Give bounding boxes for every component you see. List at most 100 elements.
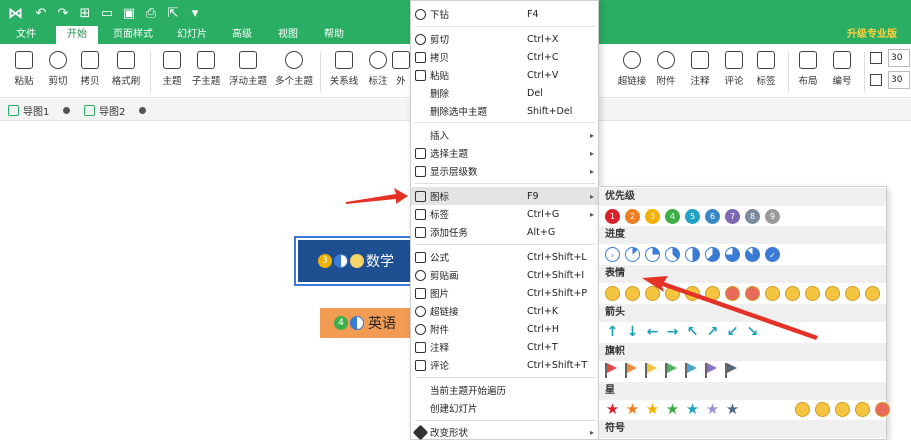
subtopic-button[interactable]: 子主题 <box>186 48 226 94</box>
star-icon[interactable]: ★ <box>625 402 640 417</box>
tab-help[interactable]: 帮助 <box>316 26 352 44</box>
redo-icon[interactable]: ↷ <box>52 2 74 24</box>
emoji-icon[interactable] <box>855 402 870 417</box>
emoji-icon[interactable] <box>845 286 860 301</box>
doc-tab-1[interactable]: 导图1 <box>8 99 71 121</box>
doc-tab-2[interactable]: 导图2 <box>84 99 147 121</box>
menu-item-delete[interactable]: 删除 Del <box>411 84 598 102</box>
progress-icon[interactable] <box>745 247 760 262</box>
star-icon[interactable]: ★ <box>705 402 720 417</box>
numbering-button[interactable]: 编号 <box>822 48 862 94</box>
priority-6-icon[interactable]: 6 <box>705 209 720 224</box>
priority-8-icon[interactable]: 8 <box>745 209 760 224</box>
vertical-spacing-input[interactable]: 30 <box>888 71 910 89</box>
upgrade-button[interactable]: 升级专业版 <box>847 26 897 44</box>
flag-icon[interactable] <box>665 363 677 378</box>
menu-item-change-shape[interactable]: 改变形状 ▸ <box>411 423 598 440</box>
menu-item-add-task[interactable]: 添加任务 Alt+G <box>411 223 598 241</box>
menu-item-insert[interactable]: 插入 ▸ <box>411 126 598 144</box>
flag-icon[interactable] <box>705 363 717 378</box>
menu-item-note[interactable]: 注释 Ctrl+T <box>411 338 598 356</box>
menu-item-attachment[interactable]: 附件 Ctrl+H <box>411 320 598 338</box>
arrow-icon[interactable]: ↑ <box>605 325 620 340</box>
priority-1-icon[interactable]: 1 <box>605 209 620 224</box>
menu-item-tag[interactable]: 标签 Ctrl+G ▸ <box>411 205 598 223</box>
floating-topic-button[interactable]: 浮动主题 <box>226 48 270 94</box>
menu-item-paste[interactable]: 粘贴 Ctrl+V <box>411 66 598 84</box>
progress-icon[interactable] <box>625 247 640 262</box>
progress-icon[interactable] <box>685 247 700 262</box>
progress-icon[interactable] <box>665 247 680 262</box>
emoji-icon[interactable] <box>605 286 620 301</box>
format-painter-button[interactable]: 格式刷 <box>106 48 146 94</box>
priority-9-icon[interactable]: 9 <box>765 209 780 224</box>
star-icon[interactable]: ★ <box>665 402 680 417</box>
progress-icon[interactable] <box>705 247 720 262</box>
priority-4-icon[interactable]: 4 <box>665 209 680 224</box>
emoji-icon[interactable] <box>875 402 890 417</box>
star-icon[interactable]: ★ <box>725 402 740 417</box>
tab-view[interactable]: 视图 <box>270 26 306 44</box>
topic-math[interactable]: 3 数学 <box>294 236 416 286</box>
emoji-icon[interactable] <box>625 286 640 301</box>
flag-icon[interactable] <box>605 363 617 378</box>
copy-button[interactable]: 拷贝 <box>70 48 110 94</box>
flag-icon[interactable] <box>625 363 637 378</box>
tag-button[interactable]: 标签 <box>746 48 786 94</box>
arrow-icon[interactable]: ↓ <box>625 325 640 340</box>
new-icon[interactable]: ⊞ <box>74 2 96 24</box>
tab-advanced[interactable]: 高级 <box>224 26 260 44</box>
star-icon[interactable]: ★ <box>685 402 700 417</box>
menu-item-hyperlink[interactable]: 超链接 Ctrl+K <box>411 302 598 320</box>
star-icon[interactable]: ★ <box>605 402 620 417</box>
progress-icon[interactable] <box>645 247 660 262</box>
menu-item-traverse[interactable]: 当前主题开始遍历 <box>411 381 598 399</box>
heart-eyes-emoji-icon[interactable] <box>865 286 880 301</box>
tab-page-style[interactable]: 页面样式 <box>108 26 158 44</box>
progress-done-icon[interactable]: ✓ <box>765 247 780 262</box>
progress-start-icon[interactable]: › <box>605 247 620 262</box>
flag-icon[interactable] <box>685 363 697 378</box>
menu-item-clipart[interactable]: 剪贴画 Ctrl+Shift+I <box>411 266 598 284</box>
section-priority: 优先级 <box>599 188 886 206</box>
menu-item-cut[interactable]: 剪切 Ctrl+X <box>411 30 598 48</box>
menu-item-select-topic[interactable]: 选择主题 ▸ <box>411 144 598 162</box>
multiple-topics-button[interactable]: 多个主题 <box>272 48 316 94</box>
tab-file[interactable]: 文件 <box>8 26 44 44</box>
menu-item-image[interactable]: 图片 Ctrl+Shift+P <box>411 284 598 302</box>
customize-icon[interactable]: ▾ <box>184 2 206 24</box>
boundary-button[interactable]: 外 <box>392 48 410 94</box>
horizontal-spacing-input[interactable]: 30 <box>888 49 910 67</box>
menu-item-comment[interactable]: 评论 Ctrl+Shift+T <box>411 356 598 374</box>
menu-item-formula[interactable]: 公式 Ctrl+Shift+L <box>411 248 598 266</box>
menu-item-copy[interactable]: 拷贝 Ctrl+C <box>411 48 598 66</box>
topic-english[interactable]: 4 英语 <box>320 308 412 338</box>
tab-home[interactable]: 开始 <box>56 26 98 44</box>
emoji-icon[interactable] <box>815 402 830 417</box>
priority-5-icon[interactable]: 5 <box>685 209 700 224</box>
save-icon[interactable]: ▣ <box>118 2 140 24</box>
menu-item-delete-selected[interactable]: 删除选中主题 Shift+Del <box>411 102 598 120</box>
emoji-icon[interactable] <box>835 402 850 417</box>
priority-2-icon[interactable]: 2 <box>625 209 640 224</box>
flag-icon[interactable] <box>645 363 657 378</box>
menu-item-create-slide[interactable]: 创建幻灯片 <box>411 399 598 417</box>
submenu-arrow-icon: ▸ <box>589 130 594 140</box>
progress-icon[interactable] <box>725 247 740 262</box>
priority-3-icon[interactable]: 3 <box>645 209 660 224</box>
menu-item-icon[interactable]: 图标 F9 ▸ <box>411 187 598 205</box>
export-icon[interactable]: ⇱ <box>162 2 184 24</box>
menu-item-drill-down[interactable]: 下钻 F4 <box>411 5 598 23</box>
menu-item-show-levels[interactable]: 显示层级数 ▸ <box>411 162 598 180</box>
tab-slides[interactable]: 幻灯片 <box>170 26 214 44</box>
copy-icon <box>415 51 426 63</box>
emoji-icon[interactable] <box>825 286 840 301</box>
attachment-icon <box>657 51 675 69</box>
emoji-icon[interactable] <box>795 402 810 417</box>
open-icon[interactable]: ▭ <box>96 2 118 24</box>
priority-7-icon[interactable]: 7 <box>725 209 740 224</box>
undo-icon[interactable]: ↶ <box>30 2 52 24</box>
flag-icon[interactable] <box>725 363 737 378</box>
print-icon[interactable]: ⎙ <box>140 2 162 24</box>
star-icon[interactable]: ★ <box>645 402 660 417</box>
